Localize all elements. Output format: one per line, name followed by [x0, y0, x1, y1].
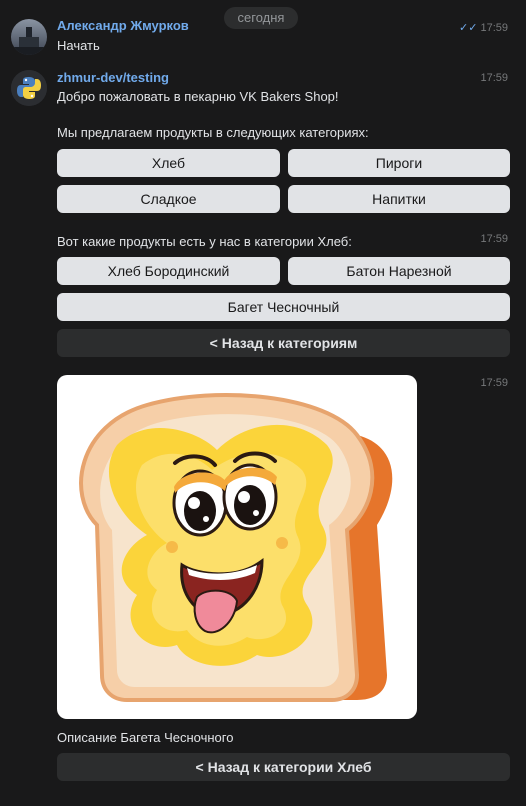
category-button-bread[interactable]: Хлеб [57, 149, 280, 177]
toast-sticker-image[interactable] [57, 375, 417, 719]
back-to-categories-button[interactable]: < Назад к категориям [57, 329, 510, 357]
category-button-pies[interactable]: Пироги [288, 149, 510, 177]
message-time: 17:59 [480, 233, 508, 245]
message-time: 17:59 [480, 377, 508, 389]
back-to-bread-category-button[interactable]: < Назад к категории Хлеб [57, 753, 510, 781]
message-time: 17:59 [480, 72, 508, 84]
message-text: Вот какие продукты есть у нас в категори… [57, 234, 352, 249]
product-button-baguette[interactable]: Багет Чесночный [57, 293, 510, 321]
product-button-baton[interactable]: Батон Нарезной [288, 257, 510, 285]
message-text: Мы предлагаем продукты в следующих катег… [57, 125, 369, 140]
message-time: ✓✓ 17:59 [459, 22, 508, 34]
user-avatar[interactable] [11, 19, 47, 55]
message-text: Добро пожаловать в пекарню VK Bakers Sho… [57, 89, 339, 104]
message-text: Начать [57, 38, 100, 53]
product-button-borodinsky[interactable]: Хлеб Бородинский [57, 257, 280, 285]
category-button-drinks[interactable]: Напитки [288, 185, 510, 213]
category-button-sweets[interactable]: Сладкое [57, 185, 280, 213]
author-name[interactable]: Александр Жмурков [57, 18, 189, 33]
double-check-icon: ✓✓ [459, 22, 478, 34]
image-caption: Описание Багета Чесночного [57, 730, 234, 745]
bot-avatar[interactable] [11, 70, 47, 106]
author-name[interactable]: zhmur-dev/testing [57, 70, 169, 85]
date-separator: сегодня [224, 7, 298, 29]
